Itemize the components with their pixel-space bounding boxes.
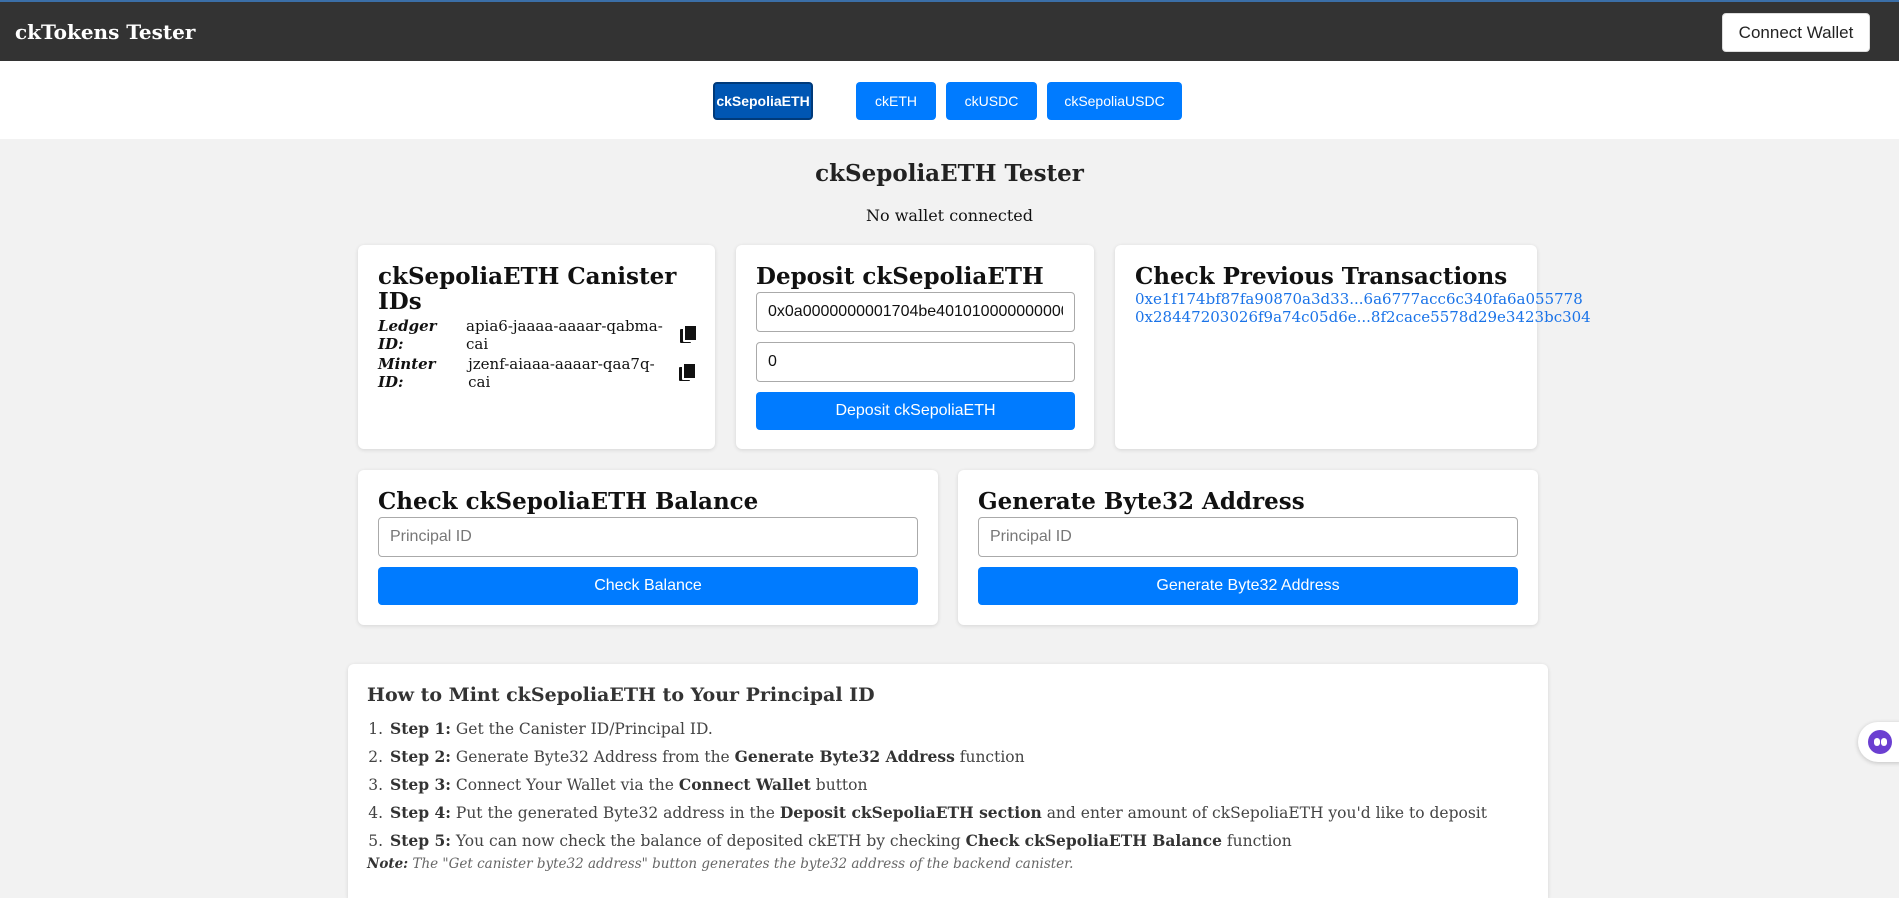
byte32-title: Generate Byte32 Address bbox=[978, 488, 1305, 515]
steps-list: Step 1: Get the Canister ID/Principal ID… bbox=[388, 715, 1487, 855]
ledger-id-label: Ledger ID: bbox=[378, 316, 437, 353]
page-title: ckSepoliaETH Tester bbox=[815, 160, 1084, 187]
minter-id-label: Minter ID: bbox=[378, 354, 436, 391]
token-tabs: ckSepoliaETH ckETH ckUSDC ckSepoliaUSDC bbox=[0, 61, 1899, 139]
deposit-address-input[interactable] bbox=[756, 292, 1075, 332]
canister-ids-title: ckSepoliaETH Canister IDs bbox=[378, 263, 677, 316]
copy-icon[interactable] bbox=[679, 323, 698, 344]
note-text: Note: The "Get canister byte32 address" … bbox=[367, 856, 1074, 872]
tab-cksepoliausdc[interactable]: ckSepoliaUSDC bbox=[1047, 82, 1182, 120]
tab-cksepoliaeth[interactable]: ckSepoliaETH bbox=[713, 82, 813, 120]
balance-title: Check ckSepoliaETH Balance bbox=[378, 488, 759, 515]
assistant-icon bbox=[1868, 730, 1892, 754]
tab-ckusdc[interactable]: ckUSDC bbox=[946, 82, 1037, 120]
tab-cketh[interactable]: ckETH bbox=[856, 82, 936, 120]
balance-card: Check ckSepoliaETH Balance Check Balance bbox=[358, 470, 938, 625]
how-to-title: How to Mint ckSepoliaETH to Your Princip… bbox=[367, 684, 875, 706]
transactions-card: Check Previous Transactions 0xe1f174bf87… bbox=[1115, 245, 1591, 449]
deposit-card: Deposit ckSepoliaETH Deposit ckSepoliaET… bbox=[736, 245, 1094, 449]
transaction-link[interactable]: 0xe1f174bf87fa90870a3d33...6a6777acc6c34… bbox=[1135, 290, 1583, 308]
canister-ids-card: ckSepoliaETH Canister IDs Ledger ID: api… bbox=[358, 245, 715, 449]
transactions-title: Check Previous Transactions bbox=[1135, 263, 1508, 290]
byte32-principal-input[interactable] bbox=[978, 517, 1518, 557]
minter-id-value: jzenf-aiaaa-aaaar-qaa7q-cai bbox=[468, 354, 655, 391]
list-item: Step 4: Put the generated Byte32 address… bbox=[388, 799, 1487, 827]
wallet-status: No wallet connected bbox=[866, 206, 1033, 225]
connect-wallet-button[interactable]: Connect Wallet bbox=[1722, 13, 1870, 52]
byte32-card: Generate Byte32 Address Generate Byte32 … bbox=[958, 470, 1538, 625]
list-item: Step 1: Get the Canister ID/Principal ID… bbox=[388, 715, 1487, 743]
list-item: Step 3: Connect Your Wallet via the Conn… bbox=[388, 771, 1487, 799]
ledger-id-row: Ledger ID: apia6-jaaaa-aaaar-qabma-cai bbox=[378, 316, 698, 353]
deposit-button[interactable]: Deposit ckSepoliaETH bbox=[756, 392, 1075, 430]
list-item: Step 2: Generate Byte32 Address from the… bbox=[388, 743, 1487, 771]
transaction-link[interactable]: 0x28447203026f9a74c05d6e...8f2cace5578d2… bbox=[1135, 308, 1591, 326]
top-navbar: ckTokens Tester Connect Wallet bbox=[0, 0, 1899, 61]
ledger-id-value: apia6-jaaaa-aaaar-qabma-cai bbox=[466, 316, 663, 353]
app-title: ckTokens Tester bbox=[15, 20, 196, 44]
deposit-title: Deposit ckSepoliaETH bbox=[756, 263, 1044, 290]
minter-id-row: Minter ID: jzenf-aiaaa-aaaar-qaa7q-cai bbox=[378, 354, 698, 391]
list-item: Step 5: You can now check the balance of… bbox=[388, 827, 1487, 855]
check-balance-button[interactable]: Check Balance bbox=[378, 567, 918, 605]
deposit-amount-input[interactable] bbox=[756, 342, 1075, 382]
assistant-widget[interactable] bbox=[1858, 722, 1899, 762]
copy-icon[interactable] bbox=[679, 361, 698, 382]
principal-id-input[interactable] bbox=[378, 517, 918, 557]
how-to-mint-section: How to Mint ckSepoliaETH to Your Princip… bbox=[348, 664, 1548, 898]
generate-byte32-button[interactable]: Generate Byte32 Address bbox=[978, 567, 1518, 605]
